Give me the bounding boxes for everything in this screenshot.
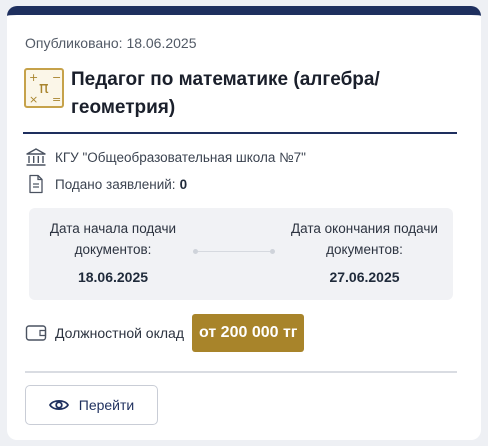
title-row: + − π × = Педагог по математике (алгебра… <box>23 62 457 134</box>
organization-name: КГУ "Общеобразовательная школа №7" <box>55 149 306 165</box>
salary-label: Должностной оклад <box>55 325 185 341</box>
dates-panel: Дата начала подачи документов: 18.06.202… <box>29 208 453 300</box>
applications-row: Подано заявлений: 0 <box>25 174 187 194</box>
divider <box>25 371 457 373</box>
start-date-label: Дата начала подачи документов: <box>49 221 177 257</box>
go-button-label: Перейти <box>78 397 135 413</box>
date-connector <box>193 249 275 254</box>
applications-count: 0 <box>179 176 188 192</box>
applications-label: Подано заявлений: <box>55 176 176 192</box>
end-date-value: 27.06.2025 <box>329 269 400 285</box>
salary-row: Должностной оклад от 200 000 тг <box>25 314 305 352</box>
end-date-label: Дата окончания подачи документов: <box>291 221 438 257</box>
start-date-block: Дата начала подачи документов: 18.06.202… <box>38 218 188 285</box>
go-button[interactable]: Перейти <box>25 385 158 425</box>
vacancy-card: Опубликовано: 18.06.2025 + − π × = Педаг… <box>7 6 481 440</box>
start-date-value: 18.06.2025 <box>77 269 149 285</box>
organization-row: КГУ "Общеобразовательная школа №7" <box>25 147 306 167</box>
eye-icon <box>48 399 69 411</box>
salary-badge: от 200 000 тг <box>192 314 305 352</box>
vacancy-title[interactable]: Педагог по математике (алгебра/геометрия… <box>71 66 451 122</box>
bank-building-icon <box>26 148 46 166</box>
math-subject-icon: + − π × = <box>24 68 64 108</box>
wallet-icon <box>25 325 47 341</box>
end-date-block: Дата окончания подачи документов: 27.06.… <box>282 218 447 285</box>
published-date: Опубликовано: 18.06.2025 <box>25 35 197 51</box>
document-icon <box>29 174 43 194</box>
